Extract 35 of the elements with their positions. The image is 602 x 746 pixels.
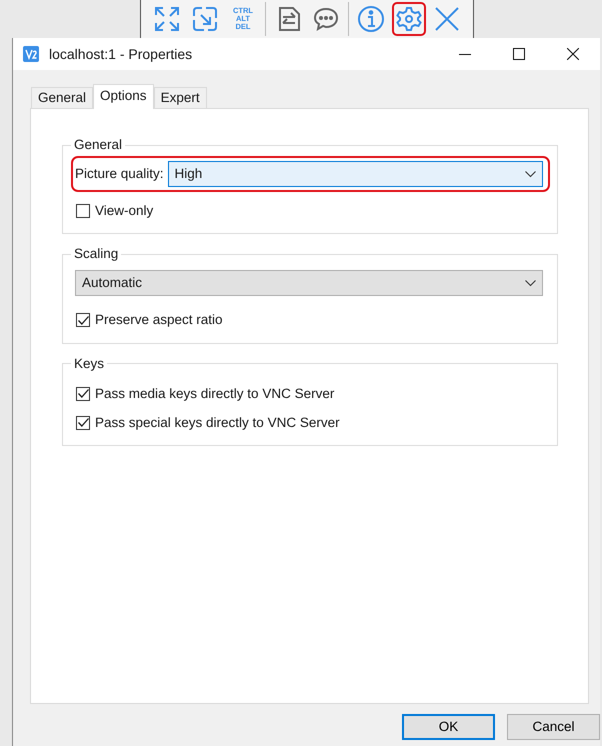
checkmark-icon (78, 389, 88, 398)
window-title: localhost:1 - Properties (49, 44, 194, 64)
maximize-icon (513, 48, 525, 60)
dialog-button[interactable]: Cancel (507, 714, 600, 740)
dropdown[interactable]: High (168, 161, 543, 187)
checkmark-icon (78, 418, 88, 428)
checkbox[interactable] (76, 386, 90, 401)
dialog-button[interactable]: OK (402, 714, 495, 740)
checkbox[interactable] (76, 204, 90, 218)
group-title: Scaling (73, 246, 120, 262)
tab[interactable]: General (31, 87, 94, 108)
chat-icon (313, 6, 339, 32)
settings-icon (396, 6, 422, 32)
close-icon (567, 48, 579, 60)
field-label: Picture quality: (75, 164, 164, 183)
checkbox-label: Pass special keys directly to VNC Server (95, 414, 340, 432)
close-icon (434, 6, 460, 32)
resize-icon (192, 6, 218, 32)
settings-button[interactable] (392, 2, 426, 36)
tab[interactable]: Expert (154, 87, 207, 108)
app-logo-icon (23, 46, 39, 62)
checkbox[interactable] (76, 416, 90, 430)
info-icon (357, 5, 385, 33)
fullscreen-icon (154, 6, 180, 32)
checkbox-label: Pass media keys directly to VNC Server (95, 384, 334, 403)
checkbox-label: Preserve aspect ratio (95, 311, 223, 330)
checkmark-icon (78, 316, 88, 325)
group-title: Keys (73, 356, 106, 372)
chevron-down-icon (525, 170, 536, 178)
group-title: General (73, 137, 124, 153)
checkbox-label: View-only (95, 202, 154, 220)
chevron-down-icon (525, 280, 536, 287)
tab[interactable]: Options (93, 84, 154, 109)
dropdown[interactable]: Automatic (75, 270, 543, 296)
checkbox[interactable] (76, 313, 90, 328)
